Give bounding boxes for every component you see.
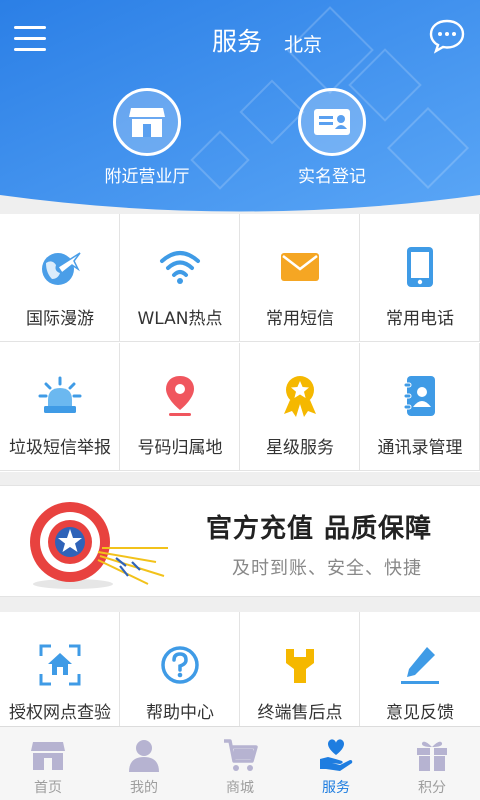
tab-mine[interactable]: 我的 — [96, 727, 192, 800]
gift-icon — [417, 741, 447, 771]
service-label: 国际漫游 — [26, 309, 94, 329]
tab-mall[interactable]: 商城 — [192, 727, 288, 800]
alarm-light-icon — [37, 373, 83, 419]
service-wlan-hotspot[interactable]: WLAN热点 — [120, 214, 240, 342]
tab-points[interactable]: 积分 — [384, 727, 480, 800]
bottom-tab-bar: 首页 我的 商城 服务 积分 — [0, 726, 480, 800]
store-icon — [31, 742, 65, 770]
service-label: 星级服务 — [266, 438, 334, 458]
location-pin-icon — [157, 373, 203, 419]
home-scan-icon — [37, 642, 83, 688]
hand-heart-icon — [320, 739, 353, 771]
help-icon — [157, 642, 203, 688]
quick-action-label: 实名登记 — [298, 167, 366, 187]
tab-label: 商城 — [226, 780, 254, 796]
tab-label: 积分 — [418, 780, 446, 796]
service-label: 终端售后点 — [257, 703, 343, 723]
quick-action-nearby-store[interactable]: 附近营业厅 — [87, 88, 207, 188]
services-grid: 国际漫游 WLAN热点 常用短信 常用电话 垃圾短信举报 号码归属地 星级服务 … — [0, 214, 480, 472]
recharge-banner[interactable]: 官方充值 品质保障 及时到账、安全、快捷 — [0, 485, 480, 597]
quick-action-real-name[interactable]: 实名登记 — [272, 88, 392, 188]
service-label: 通讯录管理 — [377, 438, 463, 458]
service-spam-report[interactable]: 垃圾短信举报 — [0, 343, 120, 471]
quick-action-label: 附近营业厅 — [104, 167, 190, 187]
pencil-icon — [397, 642, 443, 688]
header: 服务 北京 附近营业厅 实名登记 — [0, 0, 480, 215]
wifi-icon — [157, 244, 203, 290]
service-number-location[interactable]: 号码归属地 — [120, 343, 240, 471]
service-label: 垃圾短信举报 — [9, 438, 111, 458]
tab-label: 服务 — [322, 780, 350, 796]
service-label: 常用电话 — [386, 309, 454, 329]
services-grid-2: 授权网点查验 帮助中心 终端售后点 意见反馈 — [0, 612, 480, 726]
city-selector[interactable]: 北京 — [284, 30, 322, 57]
wrench-icon — [277, 642, 323, 688]
service-common-phone[interactable]: 常用电话 — [360, 214, 480, 342]
service-label: WLAN热点 — [137, 309, 223, 329]
tab-label: 首页 — [34, 780, 62, 796]
service-feedback[interactable]: 意见反馈 — [360, 612, 480, 726]
chat-icon[interactable] — [428, 18, 466, 54]
service-common-sms[interactable]: 常用短信 — [240, 214, 360, 342]
menu-button[interactable] — [14, 24, 48, 54]
banner-subline: 及时到账、安全、快捷 — [232, 558, 422, 579]
service-help-center[interactable]: 帮助中心 — [120, 612, 240, 726]
service-star-service[interactable]: 星级服务 — [240, 343, 360, 471]
contacts-book-icon — [397, 373, 443, 419]
service-label: 号码归属地 — [137, 438, 223, 458]
service-label: 常用短信 — [266, 309, 334, 329]
banner-headline: 官方充值 品质保障 — [206, 514, 433, 544]
store-icon — [113, 88, 181, 156]
service-contacts-manage[interactable]: 通讯录管理 — [360, 343, 480, 471]
page-title: 服务 — [212, 27, 263, 56]
id-card-icon — [298, 88, 366, 156]
service-label: 授权网点查验 — [9, 703, 111, 723]
envelope-icon — [277, 244, 323, 290]
service-label: 意见反馈 — [386, 703, 454, 723]
cart-icon — [224, 739, 258, 771]
service-authorized-outlet-check[interactable]: 授权网点查验 — [0, 612, 120, 726]
service-terminal-aftersales[interactable]: 终端售后点 — [240, 612, 360, 726]
tab-home[interactable]: 首页 — [0, 727, 96, 800]
globe-plane-icon — [37, 244, 83, 290]
star-medal-icon — [277, 373, 323, 419]
tab-label: 我的 — [130, 780, 158, 796]
service-international-roaming[interactable]: 国际漫游 — [0, 214, 120, 342]
person-icon — [129, 740, 159, 772]
phone-icon — [397, 244, 443, 290]
service-label: 帮助中心 — [146, 703, 214, 723]
tab-service[interactable]: 服务 — [288, 727, 384, 800]
shield-target-icon — [30, 502, 168, 589]
